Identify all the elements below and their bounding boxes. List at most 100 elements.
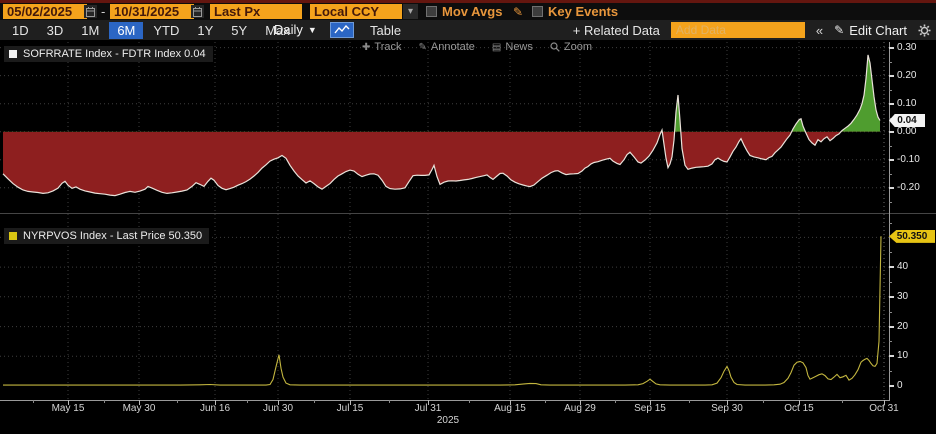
x-tick-minor: [33, 400, 34, 403]
x-tick-mark: [580, 400, 581, 405]
x-tick-mark: [278, 400, 279, 405]
x-axis-year-label: 2025: [426, 415, 470, 426]
y-tick-minor: [889, 202, 892, 203]
y-tick-mark: [889, 159, 894, 161]
magnifier-icon: [550, 42, 560, 52]
y-tick-label: 0.20: [897, 70, 916, 81]
legend-swatch-yellow: [9, 232, 17, 240]
plot-svg: [0, 42, 889, 400]
x-tick-mark: [428, 400, 429, 405]
edit-chart-button[interactable]: ✎ Edit Chart: [834, 23, 907, 38]
collapse-chevrons-icon[interactable]: «: [816, 23, 823, 38]
x-tick-minor: [842, 400, 843, 403]
x-tick-minor: [389, 400, 390, 403]
frequency-label: Daily: [274, 22, 303, 37]
last-value-badge-bottom: 50.350: [889, 230, 935, 243]
y-tick-minor: [889, 252, 892, 253]
y-tick-mark: [889, 187, 894, 189]
legend-bottom[interactable]: NYRPVOS Index - Last Price 50.350: [4, 228, 209, 244]
x-tick-minor: [247, 400, 248, 403]
y-tick-minor: [889, 223, 892, 224]
y-tick-label: 0.10: [897, 98, 916, 109]
y-tick-label: -0.10: [897, 154, 920, 165]
key-events-label: Key Events: [548, 4, 618, 19]
annotate-button[interactable]: ✎ Annotate: [418, 41, 474, 53]
end-date-calendar-icon[interactable]: [191, 5, 204, 18]
x-tick-mark: [650, 400, 651, 405]
line-chart-icon: [334, 25, 350, 35]
chart-tools: ✚ Track ✎ Annotate ▤ News Zoom: [362, 40, 592, 54]
track-button[interactable]: ✚ Track: [362, 41, 401, 53]
x-tick-mark: [884, 400, 885, 405]
y-tick-label: 30: [897, 291, 908, 302]
end-date-input[interactable]: 10/31/2025: [110, 4, 194, 19]
start-date-input[interactable]: 05/02/2025: [3, 4, 87, 19]
legend-top[interactable]: SOFRRATE Index - FDTR Index 0.04: [4, 46, 213, 62]
y-tick-mark: [889, 326, 894, 328]
y-tick-mark: [889, 131, 894, 133]
y-tick-minor: [889, 90, 892, 91]
period-button-1m[interactable]: 1M: [73, 22, 107, 39]
y-tick-minor: [889, 371, 892, 372]
x-tick-minor: [615, 400, 616, 403]
period-button-1y[interactable]: 1Y: [189, 22, 221, 39]
x-tick-minor: [177, 400, 178, 403]
y-tick-label: 0.30: [897, 42, 916, 53]
nyrpvos-line: [3, 236, 881, 385]
period-button-ytd[interactable]: YTD: [145, 22, 187, 39]
table-button[interactable]: Table: [370, 23, 401, 38]
y-tick-mark: [889, 296, 894, 298]
legend-bottom-label: NYRPVOS Index - Last Price 50.350: [23, 230, 202, 242]
edit-chart-label: Edit Chart: [849, 23, 907, 38]
price-field-input[interactable]: Last Px: [210, 4, 302, 19]
frequency-dropdown[interactable]: Daily ▼: [274, 22, 317, 37]
period-button-1d[interactable]: 1D: [4, 22, 37, 39]
panel-divider: [0, 213, 936, 214]
zoom-button[interactable]: Zoom: [550, 41, 592, 53]
y-tick-label: 40: [897, 261, 908, 272]
x-tick-minor: [689, 400, 690, 403]
add-data-input[interactable]: [671, 22, 805, 38]
x-tick-mark: [139, 400, 140, 405]
x-tick-minor: [314, 400, 315, 403]
y-tick-mark: [889, 47, 894, 49]
key-events-checkbox[interactable]: [532, 6, 543, 17]
x-tick-mark: [215, 400, 216, 405]
y-tick-mark: [889, 385, 894, 387]
y-tick-mark: [889, 103, 894, 105]
period-button-3d[interactable]: 3D: [39, 22, 72, 39]
edit-pencil-icon: ✎: [834, 23, 844, 37]
chart-type-button[interactable]: [330, 22, 354, 38]
settings-gear-icon[interactable]: [918, 24, 931, 37]
toolbar-row-1: 05/02/2025 - 10/31/2025 Last Px Local CC…: [0, 3, 936, 20]
x-tick-mark: [68, 400, 69, 405]
currency-dropdown-arrow-icon[interactable]: ▾: [403, 4, 418, 19]
x-tick-minor: [763, 400, 764, 403]
mov-avgs-pencil-icon[interactable]: ✎: [513, 5, 523, 20]
toolbar-row-2: 1D3D1M6MYTD1Y5YMax Daily ▼ Table + Relat…: [0, 20, 936, 40]
y-tick-label: 0: [897, 380, 903, 391]
mov-avgs-checkbox[interactable]: [426, 6, 437, 17]
y-tick-label: 20: [897, 321, 908, 332]
y-tick-mark: [889, 355, 894, 357]
x-tick-minor: [469, 400, 470, 403]
x-tick-mark: [799, 400, 800, 405]
y-tick-minor: [889, 174, 892, 175]
start-date-calendar-icon[interactable]: [84, 5, 97, 18]
x-tick-mark: [350, 400, 351, 405]
mov-avgs-label: Mov Avgs: [442, 4, 502, 19]
news-button[interactable]: ▤ News: [492, 41, 533, 53]
y-tick-minor: [889, 282, 892, 283]
y-tick-mark: [889, 266, 894, 268]
y-tick-label: -0.20: [897, 182, 920, 193]
currency-select[interactable]: Local CCY: [310, 4, 402, 19]
period-button-5y[interactable]: 5Y: [223, 22, 255, 39]
legend-swatch-white: [9, 50, 17, 58]
y-tick-minor: [889, 312, 892, 313]
chart-area: ✚ Track ✎ Annotate ▤ News Zoom SOFRRATE: [0, 40, 936, 434]
news-icon: ▤: [492, 42, 501, 53]
x-tick-minor: [545, 400, 546, 403]
related-data-button[interactable]: + Related Data: [573, 23, 660, 38]
x-tick-mark: [510, 400, 511, 405]
period-button-6m[interactable]: 6M: [109, 22, 143, 39]
